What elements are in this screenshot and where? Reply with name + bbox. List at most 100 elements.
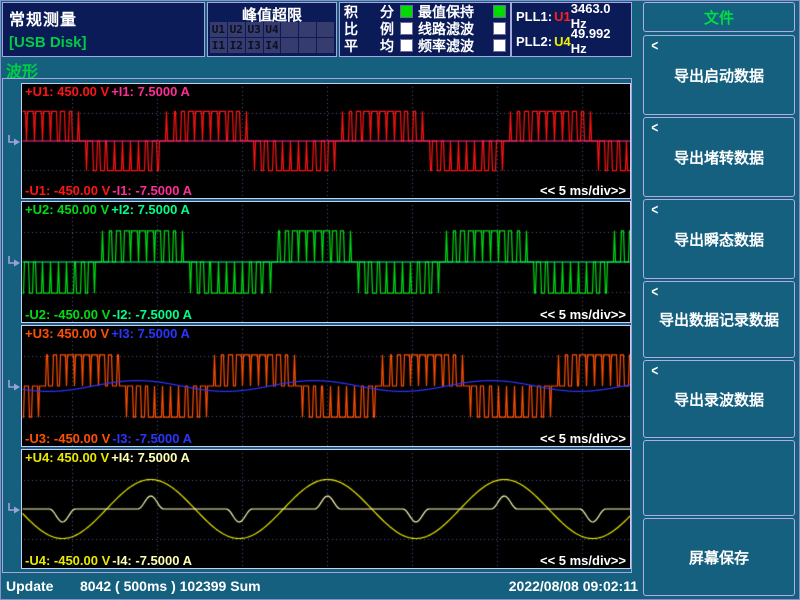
button-label: 导出堵转数据 [674, 147, 764, 168]
peak-cell-empty [317, 38, 334, 53]
peak-current-row: I1 I2 I3 I4 [210, 38, 334, 53]
waveform-display-area: +U1: 450.00 V+I1: 7.5000 A -U1: -450.00 … [2, 78, 632, 573]
ch2-timebase-label: << 5 ms/div>> [540, 307, 626, 322]
ch3-zero-level-marker-icon [6, 379, 21, 394]
ch3-voltage-neg-label: -U3: -450.00 V [25, 431, 110, 446]
pll1-row: PLL1: U1 3463.0 Hz [516, 4, 627, 28]
peak-voltage-row: U1 U2 U3 U4 [210, 22, 334, 37]
pll1-label: PLL1: [516, 9, 552, 24]
waveform-channel-2: +U2: 450.00 V+I2: 7.5000 A -U2: -450.00 … [21, 201, 631, 323]
peak-cell-i2: I2 [228, 38, 245, 53]
max-hold-checkbox[interactable] [493, 5, 506, 18]
file-menu-sidebar: 文件 < 导出启动数据 < 导出堵转数据 < 导出瞬态数据 < 导出数据记录数据… [643, 0, 797, 600]
status-bar: Update 8042 ( 500ms ) 102399 Sum 2022/08… [0, 576, 642, 598]
ch1-bottom-scale: -U1: -450.00 V-I1: -7.5000 A [25, 183, 194, 198]
button-label: 屏幕保存 [689, 547, 749, 568]
toggle-row-3: 平均 频率滤波 [344, 37, 510, 54]
back-arrow-icon: < [651, 37, 658, 54]
pll1-source: U1 [554, 9, 571, 24]
pll2-source: U4 [554, 34, 571, 49]
export-transient-data-button[interactable]: < 导出瞬态数据 [643, 199, 795, 279]
pll-panel: PLL1: U1 3463.0 Hz PLL2: U4 49.992 Hz [511, 2, 632, 57]
waveform-canvas-1 [22, 84, 630, 198]
update-counter: 8042 ( 500ms ) 102399 Sum [80, 578, 261, 594]
ch3-bottom-scale: -U3: -450.00 V-I3: -7.5000 A [25, 431, 194, 446]
peak-cell-i3: I3 [246, 38, 263, 53]
mode-title: 常规测量 [9, 6, 77, 30]
waveform-canvas-2 [22, 202, 630, 322]
export-startup-data-button[interactable]: < 导出启动数据 [643, 35, 795, 115]
peak-cell-empty [317, 22, 334, 37]
ch2-voltage-neg-label: -U2: -450.00 V [25, 307, 110, 322]
button-label: 导出数据记录数据 [659, 309, 779, 330]
export-stall-data-button[interactable]: < 导出堵转数据 [643, 117, 795, 197]
toggle-row-1: 积分 最值保持 [344, 3, 510, 20]
scaling-checkbox[interactable] [400, 22, 413, 35]
waveform-channel-3: +U3: 450.00 V+I3: 7.5000 A -U3: -450.00 … [21, 325, 631, 447]
file-menu-title-button[interactable]: 文件 [643, 2, 795, 32]
ch4-voltage-pos-label: +U4: 450.00 V [25, 450, 109, 465]
ch2-current-pos-label: +I2: 7.5000 A [111, 202, 190, 217]
waveform-channel-4: +U4: 450.00 V+I4: 7.5000 A -U4: -450.00 … [21, 449, 631, 569]
average-checkbox[interactable] [400, 39, 413, 52]
ch3-voltage-pos-label: +U3: 450.00 V [25, 326, 109, 341]
pll2-label: PLL2: [516, 34, 552, 49]
ch1-top-scale: +U1: 450.00 V+I1: 7.5000 A [25, 84, 192, 99]
ch1-voltage-pos-label: +U1: 450.00 V [25, 84, 109, 99]
peak-cell-u3: U3 [246, 22, 263, 37]
button-label: 导出瞬态数据 [674, 229, 764, 250]
back-arrow-icon: < [651, 119, 658, 136]
screen-save-button[interactable]: 屏幕保存 [643, 518, 795, 596]
peak-cell-empty [299, 22, 316, 37]
average-label: 平均 [344, 36, 400, 56]
peak-cell-empty [281, 38, 298, 53]
empty-function-button[interactable] [643, 440, 795, 516]
ch3-current-neg-label: -I3: -7.5000 A [112, 431, 192, 446]
ch4-top-scale: +U4: 450.00 V+I4: 7.5000 A [25, 450, 192, 465]
ch2-voltage-pos-label: +U2: 450.00 V [25, 202, 109, 217]
pll2-frequency: 49.992 Hz [571, 26, 627, 56]
peak-cell-u1: U1 [210, 22, 227, 37]
ch4-current-pos-label: +I4: 7.5000 A [111, 450, 190, 465]
ch1-voltage-neg-label: -U1: -450.00 V [25, 183, 110, 198]
button-label: 导出录波数据 [674, 389, 764, 410]
pll2-row: PLL2: U4 49.992 Hz [516, 29, 627, 53]
peak-cell-empty [281, 22, 298, 37]
peak-overlimit-grid: U1 U2 U3 U4 I1 I2 I3 I4 [210, 22, 334, 54]
usb-disk-status: [USB Disk] [9, 34, 87, 51]
peak-cell-u2: U2 [228, 22, 245, 37]
peak-overlimit-panel: 峰值超限 U1 U2 U3 U4 I1 I2 I3 I4 [207, 2, 337, 57]
ch2-zero-level-marker-icon [6, 255, 21, 270]
peak-cell-u4: U4 [264, 22, 281, 37]
peak-cell-i1: I1 [210, 38, 227, 53]
peak-cell-empty [299, 38, 316, 53]
power-analyzer-window: 常规测量 [USB Disk] 峰值超限 U1 U2 U3 U4 I1 I2 I… [0, 0, 800, 600]
back-arrow-icon: < [651, 201, 658, 218]
ch2-bottom-scale: -U2: -450.00 V-I2: -7.5000 A [25, 307, 194, 322]
ch3-top-scale: +U3: 450.00 V+I3: 7.5000 A [25, 326, 192, 341]
ch1-timebase-label: << 5 ms/div>> [540, 183, 626, 198]
freq-filter-checkbox[interactable] [493, 39, 506, 52]
export-datalog-data-button[interactable]: < 导出数据记录数据 [643, 281, 795, 358]
peak-cell-i4: I4 [264, 38, 281, 53]
ch2-top-scale: +U2: 450.00 V+I2: 7.5000 A [25, 202, 192, 217]
ch4-current-neg-label: -I4: -7.5000 A [112, 553, 192, 568]
back-arrow-icon: < [651, 362, 658, 379]
back-arrow-icon: < [651, 283, 658, 300]
mode-status-panel: 常规测量 [USB Disk] [2, 2, 205, 57]
waveform-channel-1: +U1: 450.00 V+I1: 7.5000 A -U1: -450.00 … [21, 83, 631, 199]
measurement-toggles-panel: 积分 最值保持 比例 线路滤波 平均 频率滤波 [339, 2, 511, 57]
line-filter-checkbox[interactable] [493, 22, 506, 35]
datetime-display: 2022/08/08 09:02:11 [509, 578, 638, 594]
ch1-current-pos-label: +I1: 7.5000 A [111, 84, 190, 99]
ch3-current-pos-label: +I3: 7.5000 A [111, 326, 190, 341]
toggle-row-2: 比例 线路滤波 [344, 20, 510, 37]
ch4-zero-level-marker-icon [6, 502, 21, 517]
button-label: 导出启动数据 [674, 65, 764, 86]
ch2-current-neg-label: -I2: -7.5000 A [112, 307, 192, 322]
export-waveform-record-data-button[interactable]: < 导出录波数据 [643, 360, 795, 438]
ch4-timebase-label: << 5 ms/div>> [540, 553, 626, 568]
update-status-label: Update [6, 578, 53, 594]
integral-checkbox[interactable] [400, 5, 413, 18]
freq-filter-label: 频率滤波 [418, 36, 474, 56]
